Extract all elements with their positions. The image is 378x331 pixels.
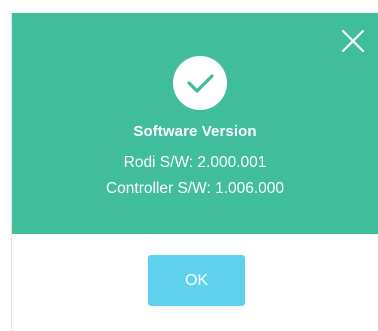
success-badge	[173, 56, 227, 110]
checkmark-icon	[187, 74, 214, 93]
controller-version-text: Controller S/W: 1.006.000	[105, 180, 285, 197]
ok-button[interactable]: OK	[148, 255, 245, 306]
dialog-title: Software Version	[133, 123, 257, 140]
software-version-dialog: Software Version Rodi S/W: 2.000.001 Con…	[11, 13, 378, 331]
close-icon	[341, 29, 365, 53]
close-button[interactable]	[340, 28, 366, 54]
dialog-header: Software Version Rodi S/W: 2.000.001 Con…	[12, 13, 378, 234]
rodi-version-text: Rodi S/W: 2.000.001	[123, 154, 267, 171]
